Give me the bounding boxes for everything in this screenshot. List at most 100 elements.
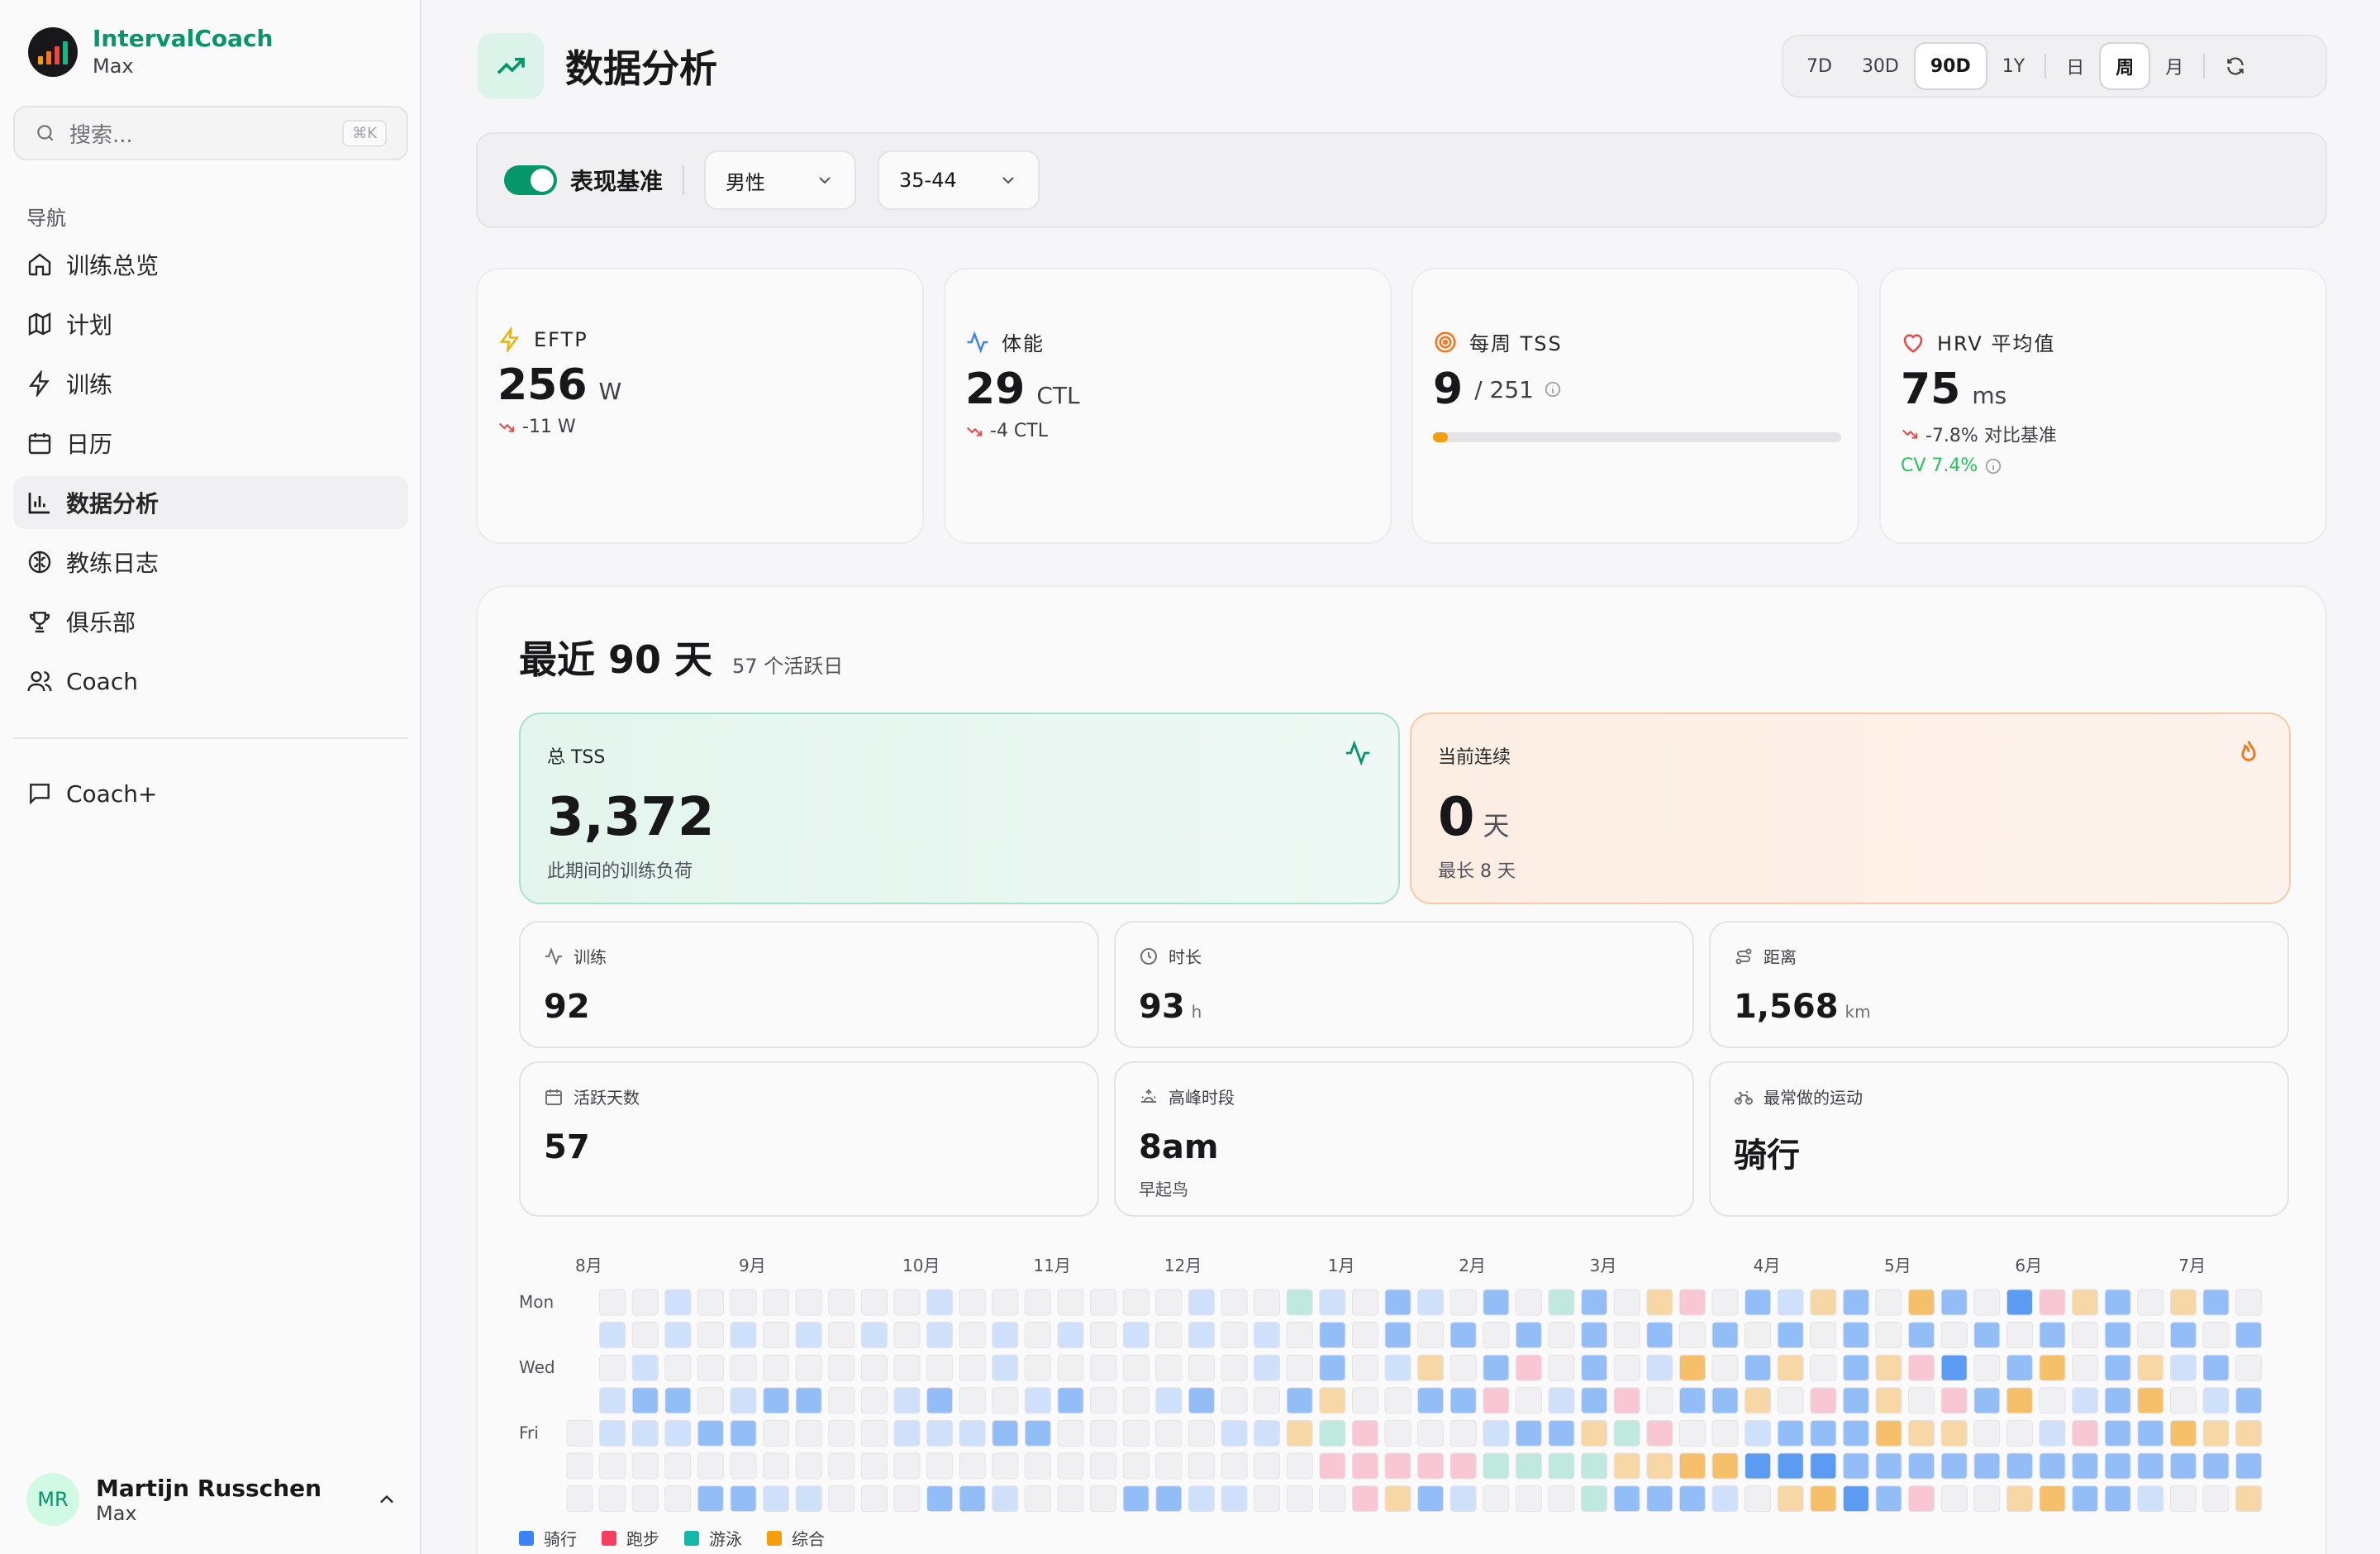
heatmap-cell[interactable] [1515, 1485, 1542, 1513]
heatmap-cell[interactable] [1483, 1289, 1510, 1316]
heatmap-cell[interactable] [1384, 1387, 1411, 1414]
heatmap-cell[interactable] [1908, 1322, 1935, 1349]
refresh-button[interactable] [2210, 42, 2261, 90]
heatmap-cell[interactable] [1875, 1419, 1902, 1447]
heatmap-cell[interactable] [2137, 1354, 2164, 1381]
range-30d-button[interactable]: 30D [1847, 42, 1914, 90]
heatmap-cell[interactable] [1221, 1452, 1248, 1480]
heatmap-cell[interactable] [893, 1289, 921, 1316]
heatmap-cell[interactable] [1122, 1452, 1150, 1480]
heatmap-cell[interactable] [697, 1387, 724, 1414]
heatmap-cell[interactable] [763, 1452, 790, 1480]
heatmap-cell[interactable] [2104, 1354, 2131, 1381]
heatmap-cell[interactable] [795, 1322, 822, 1349]
heatmap-cell[interactable] [1449, 1419, 1477, 1447]
heatmap-cell[interactable] [1155, 1387, 1183, 1414]
heatmap-cell[interactable] [1777, 1387, 1804, 1414]
heatmap-cell[interactable] [1973, 1322, 2001, 1349]
heatmap-cell[interactable] [1875, 1452, 1902, 1480]
heatmap-cell[interactable] [2169, 1289, 2197, 1316]
gender-select[interactable]: 男性 [704, 150, 857, 210]
heatmap-cell[interactable] [1024, 1387, 1051, 1414]
heatmap-cell[interactable] [1188, 1419, 1215, 1447]
heatmap-cell[interactable] [1024, 1485, 1051, 1513]
heatmap-cell[interactable] [1449, 1485, 1477, 1513]
heatmap-cell[interactable] [992, 1322, 1019, 1349]
sidebar-item-analytics[interactable]: 数据分析 [13, 476, 408, 529]
heatmap-cell[interactable] [1810, 1452, 1837, 1480]
heatmap-cell[interactable] [893, 1387, 921, 1414]
heatmap-cell[interactable] [1254, 1452, 1281, 1480]
heatmap-cell[interactable] [1286, 1322, 1313, 1349]
sidebar-item-club[interactable]: 俱乐部 [13, 595, 408, 648]
heatmap-cell[interactable] [1973, 1452, 2001, 1480]
sidebar-item-coachplus[interactable]: Coach+ [13, 767, 408, 820]
heatmap-cell[interactable] [860, 1452, 888, 1480]
heatmap-cell[interactable] [992, 1354, 1019, 1381]
heatmap-cell[interactable] [1057, 1322, 1084, 1349]
heatmap-cell[interactable] [1973, 1387, 2001, 1414]
heatmap-cell[interactable] [1351, 1387, 1378, 1414]
heatmap-cell[interactable] [1155, 1452, 1183, 1480]
heatmap-cell[interactable] [2006, 1419, 2033, 1447]
heatmap-cell[interactable] [2104, 1322, 2131, 1349]
heatmap-cell[interactable] [1254, 1354, 1281, 1381]
heatmap-cell[interactable] [1515, 1289, 1542, 1316]
heatmap-cell[interactable] [1417, 1322, 1445, 1349]
heatmap-cell[interactable] [959, 1387, 986, 1414]
heatmap-cell[interactable] [2104, 1289, 2131, 1316]
heatmap-cell[interactable] [860, 1419, 888, 1447]
heatmap-cell[interactable] [2039, 1289, 2066, 1316]
heatmap-cell[interactable] [1122, 1354, 1150, 1381]
heatmap-cell[interactable] [1319, 1452, 1346, 1480]
heatmap-cell[interactable] [1254, 1322, 1281, 1349]
heatmap-cell[interactable] [828, 1354, 855, 1381]
heatmap-cell[interactable] [1940, 1387, 1968, 1414]
kpi-card-fitness[interactable]: 体能 29 CTL -4 CTL [944, 268, 1392, 544]
heatmap-cell[interactable] [2039, 1354, 2066, 1381]
heatmap-cell[interactable] [2202, 1485, 2230, 1513]
heatmap-cell[interactable] [1908, 1387, 1935, 1414]
heatmap-cell[interactable] [1613, 1485, 1640, 1513]
heatmap-cell[interactable] [1646, 1452, 1673, 1480]
heatmap-cell[interactable] [664, 1452, 692, 1480]
heatmap-cell[interactable] [2202, 1322, 2230, 1349]
heatmap-cell[interactable] [1449, 1387, 1477, 1414]
heatmap-cell[interactable] [1155, 1419, 1183, 1447]
heatmap-cell[interactable] [631, 1322, 659, 1349]
heatmap-cell[interactable] [664, 1485, 692, 1513]
heatmap-cell[interactable] [1745, 1387, 1772, 1414]
heatmap-cell[interactable] [1810, 1289, 1837, 1316]
heatmap-cell[interactable] [1973, 1485, 2001, 1513]
heatmap-cell[interactable] [1483, 1322, 1510, 1349]
heatmap-cell[interactable] [1286, 1387, 1313, 1414]
heatmap-cell[interactable] [1351, 1354, 1378, 1381]
heatmap-cell[interactable] [1417, 1289, 1445, 1316]
heatmap-cell[interactable] [2072, 1485, 2099, 1513]
heatmap-cell[interactable] [1057, 1289, 1084, 1316]
granularity-week-button[interactable]: 周 [2099, 42, 2151, 90]
heatmap-cell[interactable] [1319, 1322, 1346, 1349]
heatmap-cell[interactable] [664, 1387, 692, 1414]
heatmap-cell[interactable] [1810, 1485, 1837, 1513]
heatmap-cell[interactable] [1745, 1419, 1772, 1447]
heatmap-cell[interactable] [2169, 1387, 2197, 1414]
heatmap-cell[interactable] [631, 1387, 659, 1414]
heatmap-cell[interactable] [1057, 1419, 1084, 1447]
heatmap-cell[interactable] [1188, 1387, 1215, 1414]
heatmap-cell[interactable] [2039, 1387, 2066, 1414]
heatmap-cell[interactable] [795, 1387, 822, 1414]
heatmap-cell[interactable] [1254, 1289, 1281, 1316]
heatmap-cell[interactable] [1940, 1485, 1968, 1513]
heatmap-cell[interactable] [1319, 1485, 1346, 1513]
heatmap-cell[interactable] [730, 1322, 757, 1349]
search-input[interactable]: 搜索... ⌘K [13, 106, 408, 160]
heatmap-cell[interactable] [566, 1485, 593, 1513]
heatmap-cell[interactable] [1286, 1452, 1313, 1480]
heatmap-cell[interactable] [631, 1419, 659, 1447]
heatmap-cell[interactable] [2104, 1387, 2131, 1414]
heatmap-cell[interactable] [1254, 1485, 1281, 1513]
heatmap-cell[interactable] [1483, 1452, 1510, 1480]
heatmap-cell[interactable] [1515, 1452, 1542, 1480]
heatmap-cell[interactable] [828, 1322, 855, 1349]
